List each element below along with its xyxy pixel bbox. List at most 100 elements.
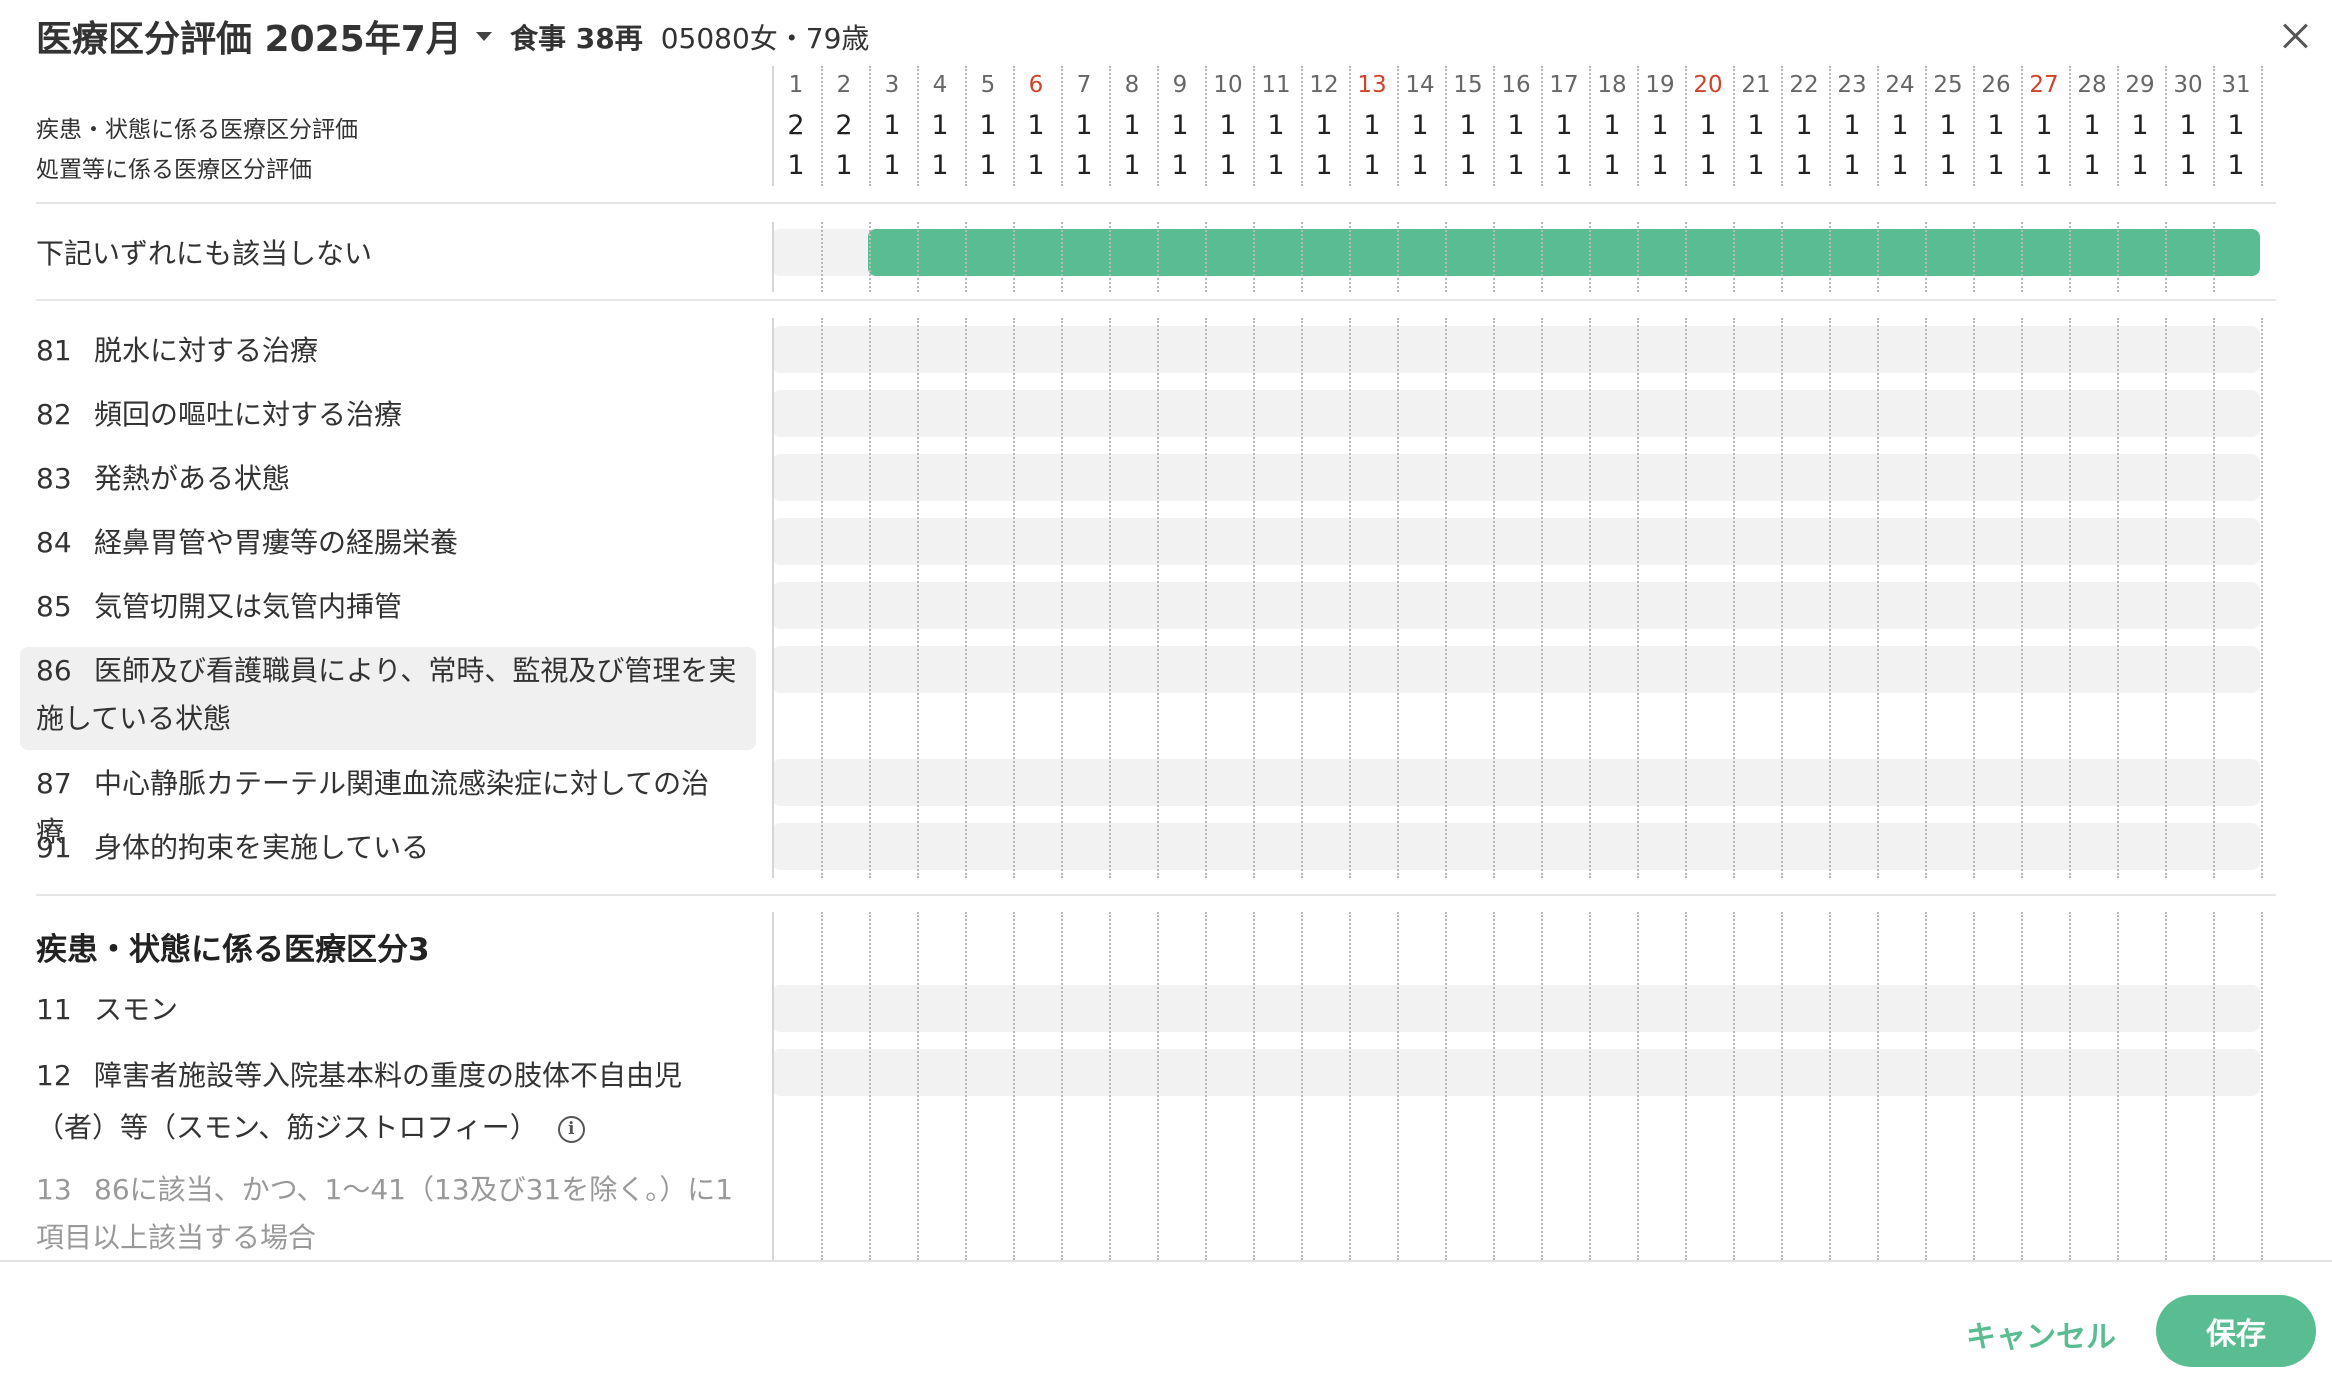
day-number: 20 [1693, 72, 1723, 98]
row-track-83[interactable] [772, 454, 2260, 501]
row-label-91: 91 身体的拘束を実施している [36, 831, 430, 864]
disease-score-value: 1 [1939, 110, 1957, 141]
row-label-85: 85 気管切開又は気管内挿管 [36, 590, 403, 623]
section-divider [36, 894, 2276, 896]
row-label-13: 13 86に該当、かつ、1〜41（13及び31を除く。）に1項目以上該当する場合 [36, 1173, 734, 1254]
disease-score-value: 2 [835, 110, 853, 141]
day-number: 24 [1885, 72, 1915, 98]
row-track-84[interactable] [772, 518, 2260, 565]
row-track-11[interactable] [772, 985, 2260, 1032]
none-row-track[interactable] [772, 229, 2260, 276]
day-number: 17 [1549, 72, 1579, 98]
disease-score-value: 1 [1699, 110, 1717, 141]
disease-score-value: 1 [1027, 110, 1045, 141]
day-number: 18 [1597, 72, 1627, 98]
none-row-active-bar[interactable] [868, 229, 2260, 276]
disease-score-value: 1 [1507, 110, 1525, 141]
disease-score-value: 1 [1459, 110, 1477, 141]
header-divider [36, 202, 2276, 204]
row-track-81[interactable] [772, 326, 2260, 373]
close-icon[interactable] [2276, 18, 2316, 58]
day-gridline [2261, 318, 2263, 878]
day-number: 27 [2029, 72, 2059, 98]
treatment-score-value: 1 [1891, 150, 1909, 181]
treatment-score-value: 1 [1219, 150, 1237, 181]
day-number: 28 [2077, 72, 2107, 98]
section-title: 疾患・状態に係る医療区分3 [36, 932, 430, 968]
none-divider [36, 299, 2276, 301]
disease-score-value: 1 [1651, 110, 1669, 141]
row-label-11: 11 スモン [36, 993, 179, 1026]
disease-score-value: 1 [1795, 110, 1813, 141]
disease-score-value: 1 [1555, 110, 1573, 141]
treatment-score-value: 1 [1075, 150, 1093, 181]
row-label-86: 86 医師及び看護職員により、常時、監視及び管理を実施している状態 [20, 647, 756, 750]
day-gridline [2261, 66, 2263, 186]
treatment-score-value: 1 [787, 150, 805, 181]
row-track-86[interactable] [772, 646, 2260, 693]
chevron-down-icon [475, 31, 492, 41]
treatment-score-value: 1 [1027, 150, 1045, 181]
day-number: 16 [1501, 72, 1531, 98]
day-number: 23 [1837, 72, 1867, 98]
row-label-81: 81 脱水に対する治療 [36, 334, 319, 367]
treatment-score-value: 1 [1603, 150, 1621, 181]
treatment-score-value: 1 [1987, 150, 2005, 181]
patient-info: 05080女・79歳 [660, 22, 870, 55]
day-number: 1 [788, 72, 804, 98]
treatment-score-value: 1 [835, 150, 853, 181]
row-label-82: 82 頻回の嘔吐に対する治療 [36, 398, 403, 431]
disease-score-value: 1 [1747, 110, 1765, 141]
treatment-score-value: 1 [2227, 150, 2245, 181]
disease-score-value: 1 [2131, 110, 2149, 141]
treatment-score-value: 1 [1939, 150, 1957, 181]
treatment-score-value: 1 [931, 150, 949, 181]
day-number: 30 [2173, 72, 2203, 98]
disease-score-value: 1 [1603, 110, 1621, 141]
day-number: 19 [1645, 72, 1675, 98]
treatment-score-value: 1 [1507, 150, 1525, 181]
treatment-score-value: 1 [2083, 150, 2101, 181]
cancel-button[interactable]: キャンセル [1966, 1312, 2116, 1356]
save-button[interactable]: 保存 [2156, 1295, 2316, 1367]
disease-score-value: 1 [979, 110, 997, 141]
day-number: 2 [836, 72, 852, 98]
patient-meta: 食事 38再 05080女・79歳 [510, 17, 869, 57]
day-number: 10 [1213, 72, 1243, 98]
day-number: 25 [1933, 72, 1963, 98]
day-number: 31 [2221, 72, 2251, 98]
day-number: 4 [932, 72, 948, 98]
disease-score-value: 1 [2083, 110, 2101, 141]
month-selector[interactable]: 医療区分評価 2025年7月 [36, 10, 492, 62]
disease-score-value: 1 [2227, 110, 2245, 141]
dialog-title: 医療区分評価 2025年7月 [36, 19, 462, 60]
row-track-85[interactable] [772, 582, 2260, 629]
treatment-score-value: 1 [1459, 150, 1477, 181]
treatment-score-value: 1 [2179, 150, 2197, 181]
disease-score-value: 1 [1267, 110, 1285, 141]
disease-score-value: 1 [1123, 110, 1141, 141]
day-number: 29 [2125, 72, 2155, 98]
treatment-score-value: 1 [883, 150, 901, 181]
treatment-score-value: 1 [1315, 150, 1333, 181]
treatment-score-value: 1 [1747, 150, 1765, 181]
row-track-87[interactable] [772, 759, 2260, 806]
treatment-score-value: 1 [1171, 150, 1189, 181]
treatment-score-value: 1 [1795, 150, 1813, 181]
row-label-83: 83 発熱がある状態 [36, 462, 291, 495]
disease-score-value: 1 [883, 110, 901, 141]
disease-score-value: 1 [931, 110, 949, 141]
row-track-12[interactable] [772, 1049, 2260, 1096]
disease-score-value: 1 [2179, 110, 2197, 141]
day-number: 15 [1453, 72, 1483, 98]
row-track-82[interactable] [772, 390, 2260, 437]
treatment-score-value: 1 [1123, 150, 1141, 181]
treatment-score-value: 1 [2131, 150, 2149, 181]
day-number: 22 [1789, 72, 1819, 98]
day-number: 13 [1357, 72, 1387, 98]
treatment-score-value: 1 [979, 150, 997, 181]
disease-score-value: 1 [1315, 110, 1333, 141]
info-icon[interactable]: i [557, 1115, 585, 1143]
treatment-score-value: 1 [1267, 150, 1285, 181]
row-track-91[interactable] [772, 823, 2260, 870]
